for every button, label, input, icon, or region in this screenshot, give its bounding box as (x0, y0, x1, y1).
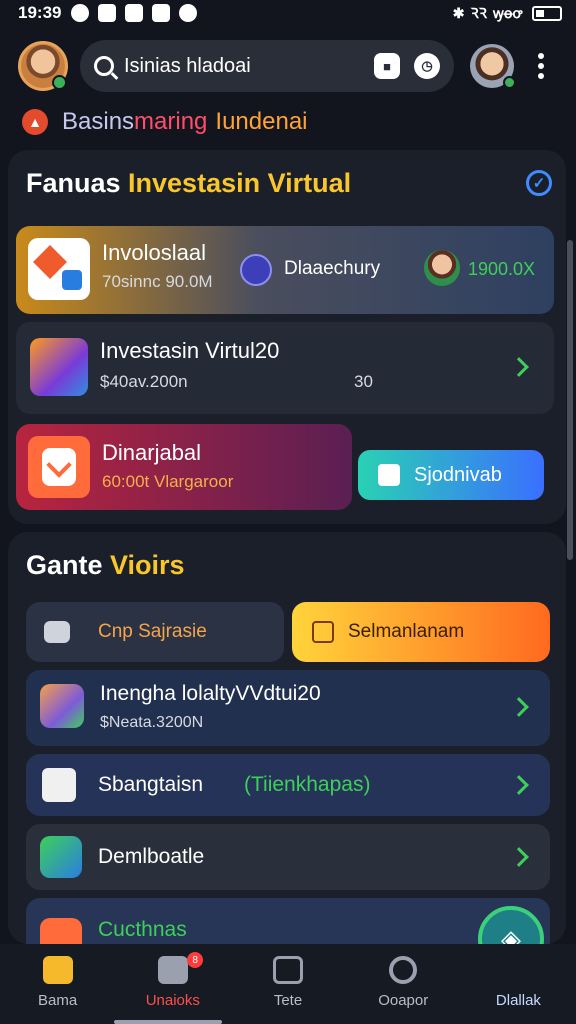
gallery-icon (125, 4, 144, 22)
tab-notes[interactable]: Tete (230, 944, 345, 1024)
dot-icon (179, 4, 198, 22)
row-title: Demlboatle (98, 845, 205, 868)
bluetooth-icon: ✱ (452, 4, 465, 21)
chevron-right-icon[interactable] (509, 847, 529, 867)
user-avatar[interactable] (18, 41, 68, 91)
search-icon (389, 956, 418, 984)
online-dot (503, 76, 516, 89)
person-avatar (424, 250, 460, 286)
row-title: Sbangtaisn (98, 773, 204, 796)
online-dot (52, 75, 67, 90)
tab-home[interactable]: Bama (0, 944, 115, 1024)
tab-label: Unaioks (145, 992, 200, 1009)
card-title: Involoslaal (102, 240, 206, 265)
layers-app-icon (28, 436, 90, 498)
chevron-right-icon[interactable] (509, 357, 529, 377)
card-right-value: 30 (354, 372, 373, 391)
highlight-chip[interactable]: Selmanlanam (292, 602, 550, 662)
section-title: Fanuas Investasin Virtual (26, 168, 352, 198)
top-bar: Isinias hladoai ■ ◷ (0, 36, 576, 96)
friend-avatar[interactable] (470, 44, 516, 89)
camera-chip[interactable]: Cnp Sajrasie (26, 602, 284, 662)
brand-part-3: Iundenai (215, 108, 308, 135)
tab-label: Bama (38, 992, 78, 1009)
virtual-investment-section: Fanuas Investasin Virtual ✓ Involoslaal … (8, 150, 566, 524)
chart-icon (312, 621, 334, 643)
row-title: Cucthnas (98, 918, 187, 941)
notification-badge: 8 (187, 952, 204, 968)
mail-icon (152, 4, 171, 22)
compass-app-icon (30, 338, 88, 396)
card-subtitle: 70sinnc 90.0M (102, 272, 213, 291)
notes-icon (273, 956, 303, 984)
card-subtitle: 60:00t Vlargaroor (102, 472, 234, 491)
section-title: Gante Vioirs (26, 550, 185, 580)
notification-icon (71, 4, 90, 22)
search-input[interactable]: Isinias hladoai (124, 55, 360, 78)
tab-search[interactable]: Ooapor (346, 944, 461, 1024)
lock-icon[interactable]: ■ (374, 53, 400, 79)
game-section: Gante Vioirs Cnp Sajrasie Selmanlanam In… (8, 532, 566, 944)
check-icon[interactable]: ✓ (526, 170, 552, 196)
shapes-app-icon (28, 238, 90, 300)
more-menu-icon[interactable] (538, 53, 544, 79)
action-button-label: Sjodnivab (414, 463, 502, 486)
card-amount: 1900.0X (468, 259, 536, 279)
card-subtitle: $40av.200n (100, 372, 188, 391)
chevron-right-icon[interactable] (509, 697, 529, 717)
investment-card-3[interactable]: Dinarjabal 60:00t Vlargaroor (16, 424, 352, 510)
status-time: 19:39 (18, 3, 62, 22)
tab-label: Dlallak (495, 992, 541, 1009)
chevron-right-icon[interactable] (509, 775, 529, 795)
card-title: Investasin Virtul20 (100, 338, 280, 363)
camera-icon (44, 621, 70, 643)
signal-icon: ꝚꝚ (470, 4, 487, 21)
brush-app-icon (40, 684, 84, 728)
card-title: Dinarjabal (102, 440, 202, 465)
tab-profile[interactable]: Dlallak (461, 944, 576, 1024)
chip-label: Selmanlanam (348, 621, 465, 642)
tab-label: Ooapor (378, 992, 429, 1009)
send-icon (98, 4, 117, 22)
coin-icon (240, 254, 272, 286)
list-item[interactable]: Sbangtaisn (Tiienkhapas) (26, 754, 550, 816)
tab-tools[interactable]: 8 Unaioks (115, 944, 230, 1024)
folder-app-icon (40, 918, 82, 944)
investment-card-1[interactable]: Involoslaal 70sinnc 90.0M Dlaaechury 190… (16, 226, 554, 314)
search-bar[interactable]: Isinias hladoai ■ ◷ (80, 40, 454, 92)
chip-label: Cnp Sajrasie (98, 621, 207, 642)
bottom-tab-bar: Bama 8 Unaioks Tete Ooapor Dlallak (0, 944, 576, 1024)
action-button[interactable]: Sjodnivab (358, 450, 544, 500)
edit-icon (378, 464, 400, 486)
status-bar: 19:39 ✱ ꝚꝚ ꝡꝋꝍ (0, 0, 576, 26)
chat-app-icon (40, 836, 82, 878)
row-tag: (Tiienkhapas) (244, 773, 371, 796)
list-item[interactable]: Demlboatle (26, 824, 550, 890)
row-subtitle: $Neata.3200N (100, 714, 204, 731)
row-title: Inengha lolaltyVVdtui20 (100, 682, 321, 705)
investment-card-2[interactable]: Investasin Virtul20 $40av.200n 30 (16, 322, 554, 414)
battery-icon (532, 5, 562, 21)
card-middle-label: Dlaaechury (284, 258, 381, 279)
wifi-icon: ꝡꝋꝍ (492, 4, 522, 21)
home-indicator (114, 1020, 222, 1024)
clock-icon[interactable]: ◷ (414, 53, 440, 79)
home-icon (42, 956, 73, 984)
tools-icon (157, 956, 188, 984)
list-item[interactable]: Inengha lolaltyVVdtui20 $Neata.3200N (26, 670, 550, 746)
search-icon (94, 56, 114, 76)
profile-icon (503, 956, 533, 984)
tab-label: Tete (273, 992, 303, 1009)
document-icon (42, 768, 76, 802)
brand-part-2: maring (134, 108, 208, 135)
scrollbar[interactable] (567, 240, 573, 560)
list-item[interactable]: Cucthnas (26, 898, 550, 944)
brand-part-1: Basins (62, 108, 135, 135)
brand-logo-icon: ▲ (22, 109, 48, 135)
brand-line: ▲ Basins maring Iundenai (22, 106, 308, 138)
